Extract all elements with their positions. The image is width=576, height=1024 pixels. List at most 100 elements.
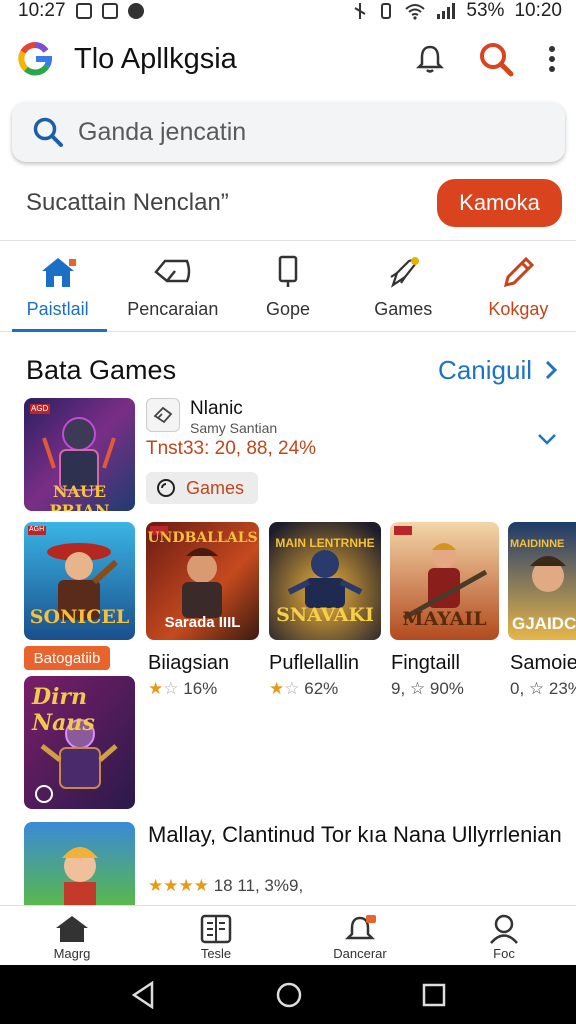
rating-value: 18 11, 3%9,: [213, 876, 304, 895]
wifi-icon: [405, 4, 426, 20]
game-thumbnail[interactable]: Dirn Naus: [24, 676, 135, 809]
thumb-label: GJAIDCH: [512, 614, 576, 633]
game-rating: ★☆ 16%: [148, 679, 217, 699]
tab-paistlail[interactable]: Paistlail: [0, 241, 115, 332]
nav-item-foc[interactable]: Foc: [432, 906, 576, 965]
system-navigation-bar: [0, 965, 576, 1024]
game-thumbnail[interactable]: MAIDINNE GJAIDCH: [508, 522, 576, 640]
list-item-title[interactable]: Mallay, Clantinud Tor kıa Nana Ullyrrlen…: [148, 822, 568, 847]
search-bar[interactable]: [12, 102, 565, 162]
tab-kokgay[interactable]: Kokgay: [461, 241, 576, 331]
notification-button[interactable]: [412, 41, 448, 77]
status-time-right: 10:20: [514, 0, 562, 21]
pencil-icon: [504, 256, 535, 288]
search-input[interactable]: [78, 117, 518, 147]
featured-corner-tag: AGD: [31, 404, 49, 413]
featured-game-thumbnail[interactable]: AGD NAUE PRJAN: [24, 398, 135, 511]
featured-game-meta[interactable]: Nlanic Samy Santian Tnst33: 20, 88, 24% …: [146, 398, 566, 510]
thumb-label: Sarada IIIL: [164, 614, 241, 631]
star-empty-icon: ☆: [163, 679, 179, 698]
chevron-right-icon: [545, 360, 558, 380]
promo-button[interactable]: Kamoka: [437, 179, 562, 227]
app-notification-icon: [101, 3, 118, 19]
thumb-label: Dirn Naus: [32, 684, 95, 736]
expand-button[interactable]: [536, 432, 558, 451]
tab-label: Games: [374, 299, 433, 319]
star-filled-icon: ★: [269, 679, 285, 698]
vibrate-icon: [381, 3, 392, 19]
tab-label: Gope: [265, 299, 311, 319]
see-all-label: Caniguil: [438, 354, 532, 385]
bell-icon: [344, 915, 376, 940]
featured-stats: Tnst33: 20, 88, 24%: [146, 438, 317, 459]
category-badge: Batogatiib: [24, 646, 110, 670]
nav-item-tesle[interactable]: Tesle: [144, 906, 288, 965]
image-notification-icon: [75, 3, 92, 19]
tag-icon: [154, 259, 191, 283]
featured-thumb-label: NAUE PRJAN: [49, 482, 110, 511]
tab-label: Pencaraian: [127, 299, 219, 319]
home-icon: [41, 258, 76, 287]
back-icon[interactable]: [130, 980, 156, 1009]
game-thumbnail[interactable]: UNDBALLALS Sarada IIIL: [146, 522, 259, 640]
chevron-down-icon: [538, 434, 556, 445]
game-rating: 0, ☆ 23%: [510, 679, 576, 698]
game-thumbnail[interactable]: AGH SONICEL: [24, 522, 135, 640]
game-rating: 9, ☆ 90%: [391, 679, 464, 698]
category-circle-icon: [157, 479, 175, 497]
rocket-icon: [390, 257, 420, 288]
status-time: 10:27: [18, 0, 66, 21]
search-icon: [33, 117, 63, 147]
thumb-top-label: AGH: [29, 526, 45, 533]
recents-icon[interactable]: [422, 983, 446, 1007]
see-all-link[interactable]: Caniguil: [438, 355, 558, 386]
nav-item-dancerar[interactable]: Dancerar: [288, 906, 432, 965]
more-vertical-icon: [549, 46, 555, 72]
nav-label: Dancerar: [333, 946, 387, 961]
list-item-rating: ★★★★ 18 11, 3%9,: [148, 876, 303, 896]
app-logo-icon: [18, 42, 52, 76]
thumb-top-label: MAIN LENTRNHE: [275, 536, 375, 550]
star-filled-icon: ★: [148, 679, 164, 698]
game-name: Samoie: [510, 652, 576, 674]
promo-row: Sucattain Nenclan” Kamoka: [0, 176, 576, 230]
tab-gope[interactable]: Gope: [230, 241, 345, 331]
overflow-menu-button[interactable]: [544, 41, 560, 77]
thumb-top-label: UNDBALLALS: [147, 530, 258, 546]
tab-label: Kokgay: [488, 299, 549, 319]
tab-pencaraian[interactable]: Pencaraian: [115, 241, 230, 331]
dot-notification-icon: [127, 3, 144, 19]
battery-level: 53%: [466, 0, 505, 21]
game-name: Fingtaill: [391, 652, 460, 674]
thumb-top-label: MAIDINNE: [510, 538, 565, 550]
game-thumbnail[interactable]: [24, 822, 135, 906]
home-circle-icon[interactable]: [275, 981, 303, 1009]
category-chip-label: Games: [186, 477, 245, 498]
thumb-label: MAYAIL: [402, 608, 487, 630]
featured-game-name: Nlanic: [190, 398, 243, 419]
tab-label: Paistlail: [26, 299, 89, 319]
signal-icon: [437, 3, 456, 19]
promo-text: Sucattain Nenclan”: [26, 189, 229, 216]
category-tabs: Paistlail Pencaraian Gope Games Kokgay: [0, 240, 576, 332]
developer-icon: [146, 398, 180, 432]
game-name: Puflellallin: [269, 652, 360, 674]
app-title: Tlo Apllkgsia: [74, 42, 237, 75]
nav-label: Foc: [493, 946, 515, 961]
game-name: Biiagsian: [148, 652, 230, 674]
star-empty-icon: ☆: [284, 679, 300, 698]
phone-icon: [278, 255, 298, 287]
nav-label: Magrg: [53, 946, 91, 961]
app-bar: Tlo Apllkgsia: [0, 22, 576, 96]
nav-label: Tesle: [200, 946, 232, 961]
category-chip[interactable]: Games: [146, 472, 258, 504]
tab-games[interactable]: Games: [346, 241, 461, 331]
search-button[interactable]: [478, 41, 514, 77]
section-header: Bata Games Caniguil: [26, 350, 558, 390]
game-thumbnail[interactable]: MAIN LENTRNHE MAYAIL: [390, 522, 499, 640]
mute-icon: [354, 3, 366, 19]
game-thumbnail[interactable]: MAIN LENTRNHE SNAVAKI: [269, 522, 381, 640]
book-icon: [200, 914, 232, 944]
nav-item-magrg[interactable]: Magrg: [0, 906, 144, 965]
bell-icon: [416, 45, 444, 73]
